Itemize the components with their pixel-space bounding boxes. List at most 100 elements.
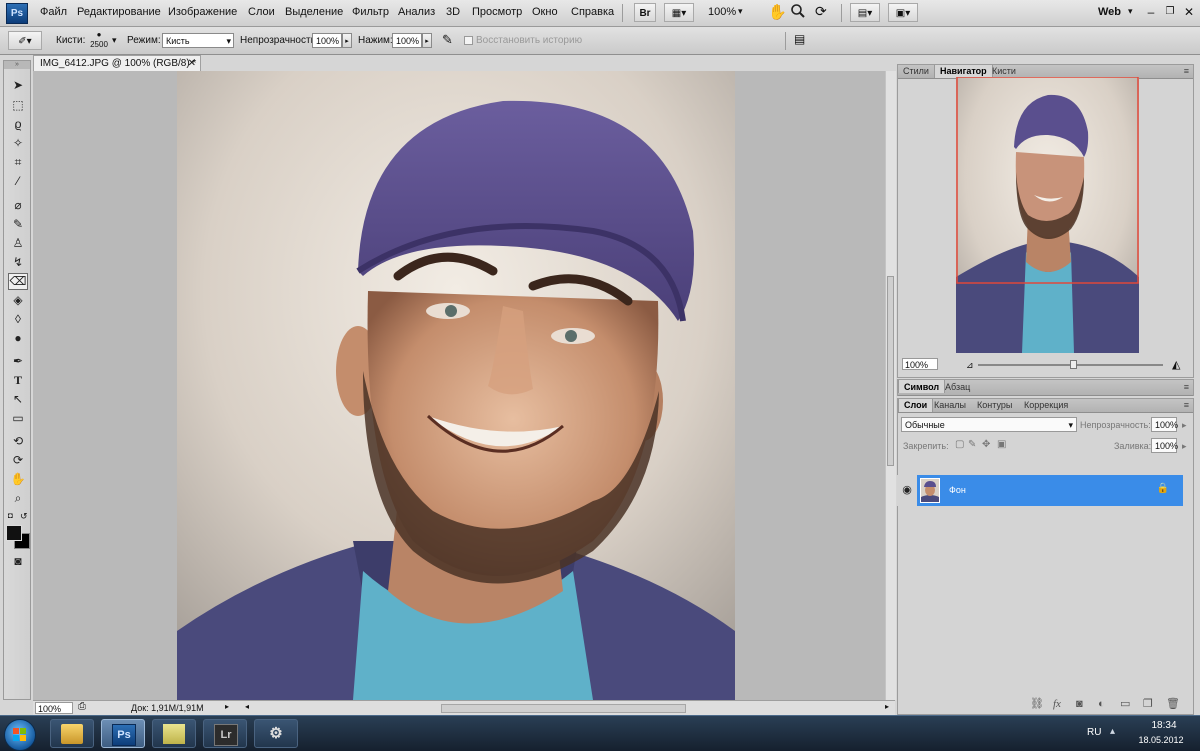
tab-adjustments[interactable]: Коррекция (1019, 399, 1073, 412)
horizontal-scrollbar[interactable] (441, 704, 686, 713)
lock-all-icon[interactable]: ▣ (997, 439, 1006, 450)
tab-styles[interactable]: Стили (898, 65, 934, 78)
tab-paths[interactable]: Контуры (972, 399, 1017, 412)
document-tab[interactable]: IMG_6412.JPG @ 100% (RGB/8) * ✕ (33, 55, 201, 71)
blur-tool-icon[interactable]: ◊ (8, 311, 28, 328)
history-brush-tool-icon[interactable]: ↯ (8, 254, 28, 271)
menu-layers[interactable]: Слои (248, 6, 275, 18)
restore-icon[interactable]: ❐ (1162, 4, 1178, 20)
pressure-slider-arrow[interactable]: ▸ (422, 33, 432, 48)
layer-row[interactable]: ◉ Фон 🔒 (897, 475, 1183, 506)
screen-mode-button[interactable]: ▣▾ (888, 3, 918, 22)
tab-channels[interactable]: Каналы (929, 399, 971, 412)
workspace-switcher[interactable]: Web (1098, 6, 1121, 18)
restore-history-checkbox[interactable] (464, 36, 473, 45)
menu-select[interactable]: Выделение (285, 6, 343, 18)
clone-stamp-tool-icon[interactable]: ♙ (8, 235, 28, 252)
move-tool-icon[interactable]: ➤ (8, 77, 28, 94)
tab-character[interactable]: Символ (898, 380, 946, 393)
healing-brush-tool-icon[interactable]: ⌀ (8, 197, 28, 214)
menu-file[interactable]: Файл (40, 6, 67, 18)
lock-transparent-icon[interactable]: ▢ (955, 439, 964, 450)
navigator-zoom-field[interactable]: 100% (902, 358, 938, 370)
foreground-color-swatch[interactable] (6, 525, 22, 541)
extras-button[interactable]: ▦▾ (664, 3, 694, 22)
layer-opacity-input[interactable]: 100% (1151, 417, 1178, 432)
crop-tool-icon[interactable]: ⌗ (8, 154, 28, 171)
taskbar-sticky-notes[interactable] (152, 719, 196, 748)
menu-edit[interactable]: Редактирование (77, 6, 161, 18)
taskbar-photoshop[interactable]: Ps (101, 719, 145, 748)
menu-view[interactable]: Просмотр (472, 6, 522, 18)
adjustment-layer-icon[interactable]: ◐ (1098, 698, 1105, 710)
blend-mode-select[interactable]: Обычные ▾ (901, 417, 1077, 432)
panel-menu-icon[interactable]: ≡ (1184, 380, 1189, 395)
brush-preset-picker[interactable]: ● 2500 (88, 30, 110, 52)
arrange-documents-button[interactable]: ▤▾ (850, 3, 880, 22)
3d-rotate-tool-icon[interactable]: ⟲ (8, 433, 28, 450)
scroll-left-icon[interactable]: ◂ (245, 702, 249, 711)
fill-arrow-icon[interactable]: ▸ (1182, 441, 1187, 452)
layer-visibility-eye-icon[interactable]: ◉ (897, 475, 917, 506)
mode-select[interactable]: Кисть ▾ (162, 33, 234, 48)
lock-position-icon[interactable]: ✥ (982, 439, 990, 450)
bridge-button[interactable]: Br (634, 3, 656, 22)
hand-icon[interactable]: ✋ (768, 3, 787, 21)
scroll-right-icon[interactable]: ▸ (885, 702, 889, 711)
layer-style-icon[interactable]: fx (1053, 698, 1061, 710)
chevron-down-icon[interactable]: ▾ (1128, 6, 1133, 17)
navigator-zoom-slider[interactable] (978, 360, 1163, 369)
clock-time[interactable]: 18:34 (1139, 720, 1189, 731)
airbrush-icon[interactable]: ✎ (442, 32, 453, 48)
minimize-icon[interactable]: – (1143, 4, 1159, 20)
layer-name[interactable]: Фон (949, 485, 966, 495)
zoom-in-icon[interactable]: ◭ (1172, 358, 1180, 371)
lasso-tool-icon[interactable]: ϱ (8, 116, 28, 133)
panel-menu-icon[interactable]: ≡ (1184, 399, 1189, 412)
new-layer-icon[interactable]: ❐ (1143, 697, 1153, 710)
scrollbar-thumb[interactable] (887, 276, 894, 466)
hand-tool-icon[interactable]: ✋ (8, 471, 28, 488)
input-language[interactable]: RU (1087, 727, 1101, 738)
path-selection-tool-icon[interactable]: ↖ (8, 391, 28, 408)
status-info-icon[interactable]: ⎙ (78, 701, 86, 712)
clock-date[interactable]: 18.05.2012 (1132, 735, 1190, 745)
close-icon[interactable]: ✕ (188, 56, 196, 72)
canvas-area[interactable] (33, 71, 885, 700)
fill-input[interactable]: 100% (1151, 438, 1178, 453)
layer-mask-icon[interactable]: ◙ (1076, 698, 1083, 710)
tab-paragraph[interactable]: Абзац (940, 380, 975, 393)
menu-help[interactable]: Справка (571, 6, 614, 18)
quick-mask-icon[interactable]: ◙ (8, 553, 28, 570)
zoom-slider-knob[interactable] (1070, 360, 1077, 369)
eraser-tool-icon[interactable]: ⌫ (8, 273, 28, 290)
dodge-tool-icon[interactable]: ● (8, 330, 28, 347)
menu-window[interactable]: Окно (532, 6, 558, 18)
rotate-view-icon[interactable]: ⟳ (815, 3, 827, 20)
tray-expand-icon[interactable]: ▴ (1110, 726, 1115, 737)
toolbox-collapse-icon[interactable]: » (4, 61, 30, 69)
opacity-arrow-icon[interactable]: ▸ (1182, 420, 1187, 431)
default-colors-icon[interactable]: ◘ (8, 511, 13, 520)
menu-3d[interactable]: 3D (446, 6, 460, 18)
delete-layer-icon[interactable]: 🗑 (1166, 697, 1180, 710)
photoshop-logo[interactable]: Ps (6, 3, 28, 24)
menu-image[interactable]: Изображение (168, 6, 237, 18)
menu-analysis[interactable]: Анализ (398, 6, 435, 18)
link-layers-icon[interactable]: ⛓ (1030, 697, 1044, 710)
pressure-input[interactable]: 100% (392, 33, 422, 48)
close-icon[interactable]: ✕ (1181, 4, 1197, 20)
panel-menu-icon[interactable]: ≡ (1184, 65, 1189, 78)
brush-tool-icon[interactable]: ✎ (8, 216, 28, 233)
eyedropper-tool-icon[interactable]: ⁄ (8, 173, 28, 190)
taskbar-camera-tool[interactable]: ⚙ (254, 719, 298, 748)
opacity-slider-arrow[interactable]: ▸ (342, 33, 352, 48)
chevron-down-icon[interactable]: ▾ (738, 6, 743, 17)
zoom-out-icon[interactable]: ⊿ (966, 360, 974, 371)
info-menu-arrow-icon[interactable]: ▸ (225, 702, 229, 711)
shape-tool-icon[interactable]: ▭ (8, 410, 28, 427)
magic-wand-tool-icon[interactable]: ✧ (8, 135, 28, 152)
vertical-scrollbar[interactable] (885, 71, 896, 700)
paint-bucket-tool-icon[interactable]: ◈ (8, 292, 28, 309)
brush-panel-toggle-icon[interactable]: ▤ (794, 32, 805, 46)
